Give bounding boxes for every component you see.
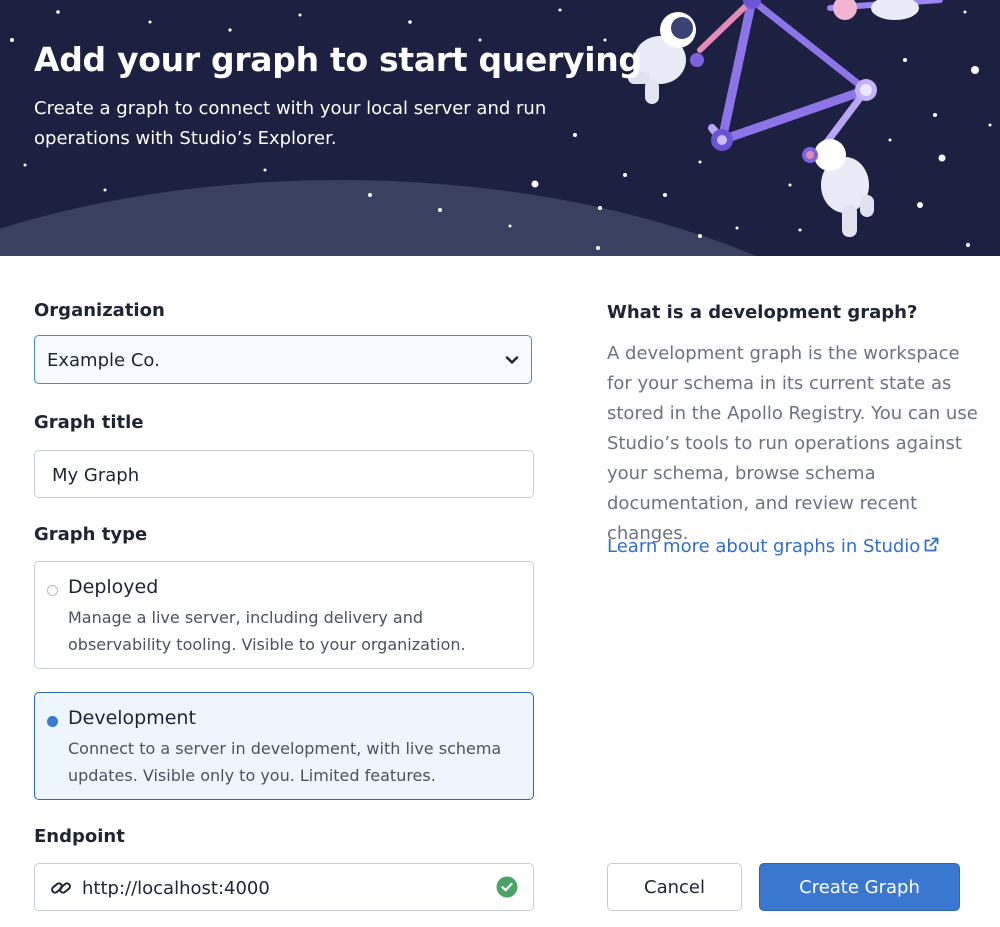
link-icon (51, 882, 71, 894)
graph-title-label: Graph title (34, 412, 144, 433)
graph-title-input[interactable]: My Graph (34, 450, 534, 498)
option-title: Deployed (68, 576, 159, 598)
check-circle-icon (496, 876, 518, 898)
option-description: Manage a live server, including delivery… (68, 608, 466, 654)
cancel-button[interactable]: Cancel (607, 863, 742, 911)
external-link-icon (924, 537, 939, 552)
chevron-down-icon (505, 356, 519, 364)
organization-select[interactable]: Example Co. (34, 335, 532, 384)
radio-button[interactable] (47, 585, 58, 596)
hero-banner: Add your graph to start querying Create … (0, 0, 1000, 256)
graph-title-value: My Graph (52, 465, 140, 486)
radio-button-selected[interactable] (47, 716, 58, 727)
learn-more-link[interactable]: Learn more about graphs in Studio (607, 536, 939, 557)
sidebar-description: A development graph is the workspace for… (607, 343, 978, 544)
endpoint-input[interactable]: http://localhost:4000 (34, 863, 534, 911)
page-title: Add your graph to start querying (34, 40, 642, 79)
option-description: Connect to a server in development, with… (68, 739, 502, 785)
graph-type-option-development[interactable]: Development Connect to a server in devel… (34, 692, 534, 800)
create-graph-button[interactable]: Create Graph (759, 863, 960, 911)
graph-type-label: Graph type (34, 524, 148, 545)
organization-value: Example Co. (47, 350, 160, 371)
organization-label: Organization (34, 300, 165, 321)
page-subtitle: Create a graph to connect with your loca… (34, 98, 547, 149)
endpoint-label: Endpoint (34, 826, 125, 847)
option-title: Development (68, 707, 196, 729)
graph-type-option-deployed[interactable]: Deployed Manage a live server, including… (34, 561, 534, 669)
learn-more-link-label: Learn more about graphs in Studio (607, 536, 921, 557)
sidebar-title: What is a development graph? (607, 302, 918, 323)
endpoint-value: http://localhost:4000 (82, 878, 270, 899)
